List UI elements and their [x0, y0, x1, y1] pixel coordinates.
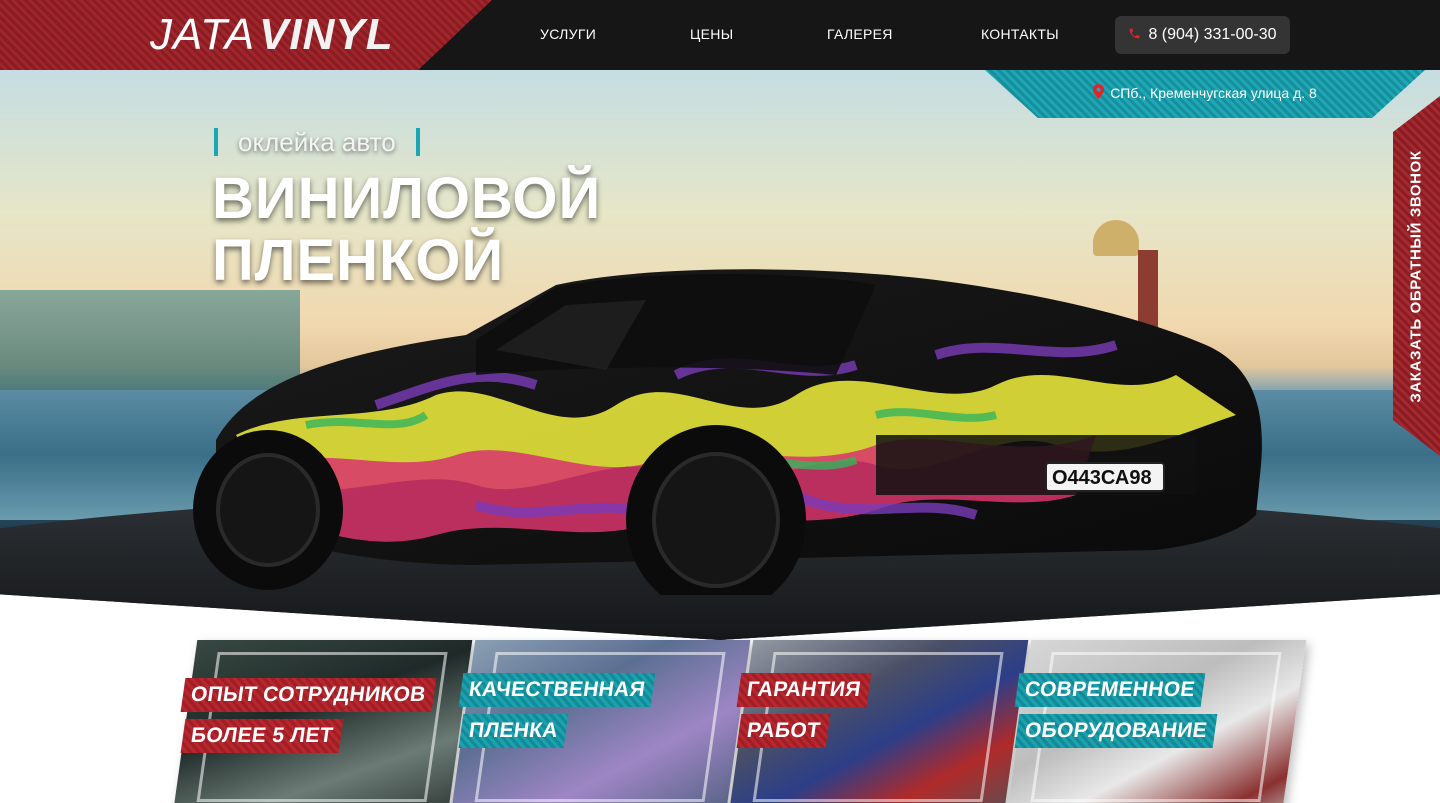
logo-text-jata: JATA	[150, 10, 256, 59]
hero-title: ВИНИЛОВОЙ ПЛЕНКОЙ	[212, 168, 601, 292]
hero-car-image: О443СА98	[193, 269, 1262, 595]
callback-label: ЗАКАЗАТЬ ОБРАТНЫЙ ЗВОНОК	[1408, 149, 1425, 403]
feature-label-warranty-line1: ГАРАНТИЯ	[736, 673, 872, 707]
feature-label-experience-line1: ОПЫТ СОТРУДНИКОВ	[180, 678, 436, 712]
nav-item-gallery[interactable]: ГАЛЕРЕЯ	[827, 26, 893, 42]
feature-label-quality-line1: КАЧЕСТВЕННАЯ	[458, 673, 656, 707]
hero-banner: О443СА98 оклейка авто ВИНИЛОВОЙ ПЛЕНКОЙ	[0, 70, 1440, 640]
page: JATAVINYL УСЛУГИ ЦЕНЫ ГАЛЕРЕЯ КОНТАКТЫ 8…	[0, 0, 1440, 803]
address-text: СПб., Кременчугская улица д. 8	[1110, 85, 1317, 101]
nav-item-prices[interactable]: ЦЕНЫ	[690, 26, 733, 42]
phone-number: 8 (904) 331-00-30	[1148, 26, 1277, 43]
nav-item-contacts[interactable]: КОНТАКТЫ	[981, 26, 1059, 42]
hero-title-line1: ВИНИЛОВОЙ	[212, 166, 602, 231]
map-pin-icon	[1093, 84, 1105, 102]
phone-button[interactable]: 8 (904) 331-00-30	[1115, 16, 1290, 54]
nav-item-services[interactable]: УСЛУГИ	[540, 26, 596, 42]
logo[interactable]: JATAVINYL	[150, 10, 394, 60]
feature-label-equipment-line2: ОБОРУДОВАНИЕ	[1014, 714, 1218, 748]
hero-subtitle: оклейка авто	[214, 128, 420, 156]
phone-icon	[1128, 27, 1141, 43]
logo-text-vinyl: VINYL	[259, 10, 394, 59]
header: JATAVINYL УСЛУГИ ЦЕНЫ ГАЛЕРЕЯ КОНТАКТЫ 8…	[0, 0, 1440, 70]
callback-label-wrap: ЗАКАЗАТЬ ОБРАТНЫЙ ЗВОНОК	[1393, 96, 1440, 456]
feature-label-experience-line2: БОЛЕЕ 5 ЛЕТ	[180, 719, 344, 753]
hero-background-dome	[1093, 220, 1139, 256]
logo-area[interactable]: JATAVINYL	[0, 0, 492, 70]
address-bar[interactable]: СПб., Кременчугская улица д. 8	[985, 70, 1425, 118]
feature-label-warranty-line2: РАБОТ	[736, 714, 831, 748]
callback-button[interactable]: ЗАКАЗАТЬ ОБРАТНЫЙ ЗВОНОК	[1393, 96, 1440, 456]
license-plate-text: О443СА98	[1052, 467, 1152, 489]
feature-label-quality-line2: ПЛЕНКА	[458, 714, 569, 748]
feature-label-equipment-line1: СОВРЕМЕННОЕ	[1014, 673, 1206, 707]
features-section: ОПЫТ СОТРУДНИКОВ БОЛЕЕ 5 ЛЕТ КАЧЕСТВЕННА…	[0, 640, 1440, 803]
hero-title-line2: ПЛЕНКОЙ	[212, 228, 505, 293]
